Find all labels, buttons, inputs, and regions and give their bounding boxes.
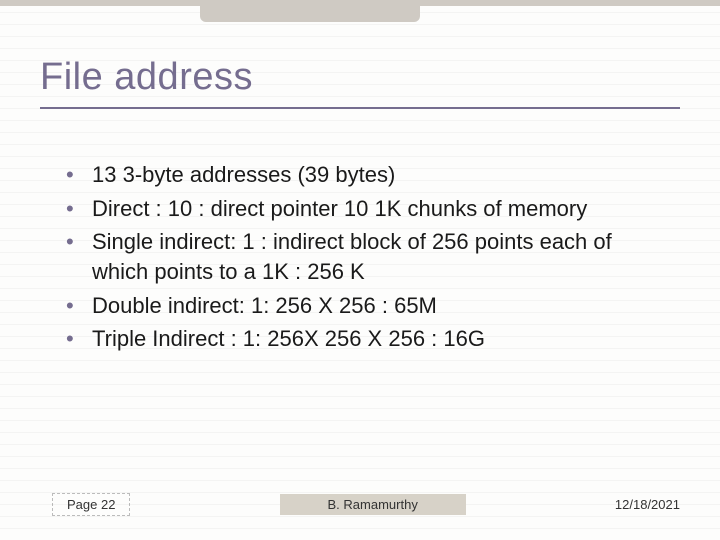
bullet-item: Double indirect: 1: 256 X 256 : 65M	[66, 291, 670, 321]
title-underline	[40, 107, 680, 109]
slide-header-tab	[200, 0, 420, 22]
footer-page: Page 22	[52, 493, 130, 516]
slide-footer: Page 22 B. Ramamurthy 12/18/2021	[52, 493, 680, 516]
bullet-item: 13 3-byte addresses (39 bytes)	[66, 160, 670, 190]
footer-date: 12/18/2021	[615, 497, 680, 512]
bullet-item: Single indirect: 1 : indirect block of 2…	[66, 227, 670, 286]
title-area: File address	[40, 56, 680, 109]
footer-author: B. Ramamurthy	[280, 494, 466, 515]
bullet-item: Triple Indirect : 1: 256X 256 X 256 : 16…	[66, 324, 670, 354]
slide-title: File address	[40, 56, 680, 105]
bullet-list: 13 3-byte addresses (39 bytes) Direct : …	[66, 160, 670, 358]
bullet-item: Direct : 10 : direct pointer 10 1K chunk…	[66, 194, 670, 224]
